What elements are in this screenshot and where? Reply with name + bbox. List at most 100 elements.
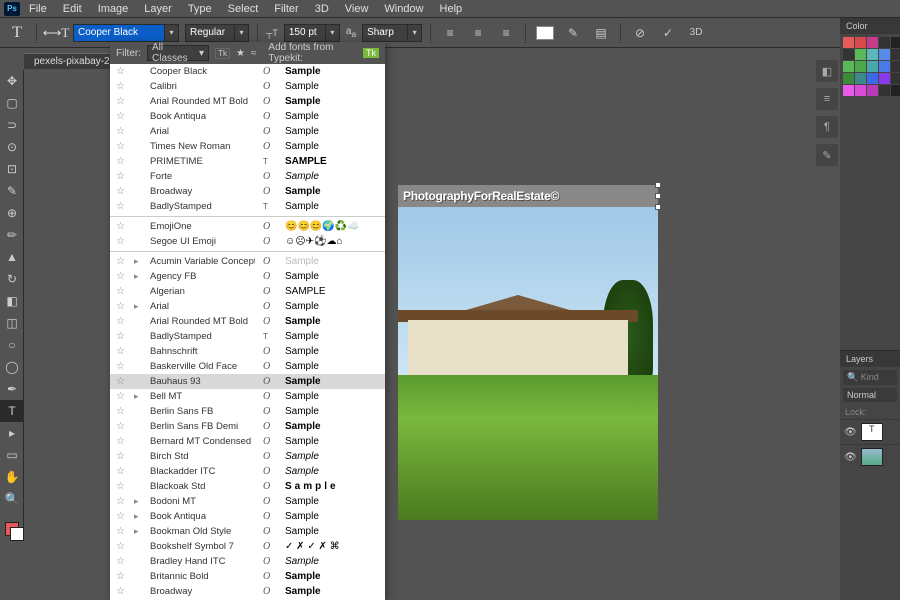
swatch[interactable]: [891, 73, 900, 84]
swatch[interactable]: [891, 85, 900, 96]
menu-help[interactable]: Help: [433, 1, 470, 17]
expand-icon[interactable]: ▸: [134, 511, 142, 522]
char-panel[interactable]: ▤: [590, 22, 612, 44]
move-tool[interactable]: ✥: [0, 70, 24, 92]
star-icon[interactable]: ☆: [116, 256, 126, 267]
menu-type[interactable]: Type: [181, 1, 219, 17]
font-row[interactable]: ☆Baskerville Old FaceOSample: [110, 359, 385, 374]
crop-tool[interactable]: ⊡: [0, 158, 24, 180]
canvas[interactable]: PhotographyForRealEstate©: [398, 185, 658, 520]
align-right[interactable]: ≡: [495, 22, 517, 44]
font-row[interactable]: ☆Berlin Sans FBOSample: [110, 404, 385, 419]
font-size-input[interactable]: [284, 24, 326, 42]
swatch[interactable]: [843, 49, 854, 60]
swatch[interactable]: [879, 85, 890, 96]
font-row[interactable]: ☆▸Bodoni MTOSample: [110, 494, 385, 509]
panel-icon-3[interactable]: ¶: [816, 116, 838, 138]
font-row[interactable]: ☆Times New RomanOSample: [110, 139, 385, 154]
swatch[interactable]: [867, 49, 878, 60]
star-icon[interactable]: ☆: [116, 236, 126, 247]
font-style-input[interactable]: [185, 24, 235, 42]
panel-icon-1[interactable]: ◧: [816, 60, 838, 82]
eraser-tool[interactable]: ◧: [0, 290, 24, 312]
menu-window[interactable]: Window: [377, 1, 430, 17]
font-row[interactable]: ☆Bookshelf Symbol 7O✓ ✗ ✓ ✗ ⌘: [110, 539, 385, 554]
history-brush-tool[interactable]: ↻: [0, 268, 24, 290]
star-icon[interactable]: ☆: [116, 496, 126, 507]
font-row[interactable]: ☆▸Book AntiquaOSample: [110, 509, 385, 524]
menu-filter[interactable]: Filter: [267, 1, 305, 17]
filter-similar-icon[interactable]: ≈: [251, 48, 257, 59]
gradient-tool[interactable]: ◫: [0, 312, 24, 334]
warp-text[interactable]: ✎: [562, 22, 584, 44]
font-row[interactable]: ☆AlgerianOSAMPLE: [110, 284, 385, 299]
filter-typekit-icon[interactable]: Tk: [215, 48, 230, 59]
font-row[interactable]: ☆PRIMETIMETSAMPLE: [110, 154, 385, 169]
star-icon[interactable]: ☆: [116, 421, 126, 432]
star-icon[interactable]: ☆: [116, 271, 126, 282]
font-row[interactable]: ☆EmojiOneO😊😊😊🌍♻️☁️: [110, 219, 385, 234]
font-row[interactable]: ☆BroadwayOSample: [110, 584, 385, 599]
star-icon[interactable]: ☆: [116, 81, 126, 92]
font-row[interactable]: ☆ArialOSample: [110, 124, 385, 139]
star-icon[interactable]: ☆: [116, 316, 126, 327]
swatch[interactable]: [855, 37, 866, 48]
star-icon[interactable]: ☆: [116, 586, 126, 597]
eye-icon[interactable]: 👁: [844, 452, 857, 463]
menu-select[interactable]: Select: [221, 1, 266, 17]
swatch[interactable]: [843, 85, 854, 96]
star-icon[interactable]: ☆: [116, 541, 126, 552]
font-row[interactable]: ☆Blackoak StdOSample: [110, 479, 385, 494]
expand-icon[interactable]: ▸: [134, 301, 142, 312]
star-icon[interactable]: ☆: [116, 141, 126, 152]
align-center[interactable]: ≡: [467, 22, 489, 44]
font-row[interactable]: ☆▸Acumin Variable ConceptOSample: [110, 254, 385, 269]
star-icon[interactable]: ☆: [116, 376, 126, 387]
blur-tool[interactable]: ○: [0, 334, 24, 356]
menu-edit[interactable]: Edit: [56, 1, 89, 17]
eyedropper-tool[interactable]: ✎: [0, 180, 24, 202]
star-icon[interactable]: ☆: [116, 391, 126, 402]
shape-tool[interactable]: ▭: [0, 444, 24, 466]
font-row[interactable]: ☆Bradley Hand ITCOSample: [110, 554, 385, 569]
font-row[interactable]: ☆BahnschriftOSample: [110, 344, 385, 359]
dodge-tool[interactable]: ◯: [0, 356, 24, 378]
aa-dropdown[interactable]: ▾: [408, 24, 422, 42]
star-icon[interactable]: ☆: [116, 406, 126, 417]
cancel-icon[interactable]: ⊘: [629, 22, 651, 44]
handle-mr[interactable]: [655, 193, 661, 199]
font-row[interactable]: ☆BroadwayOSample: [110, 184, 385, 199]
font-family-input[interactable]: [73, 24, 165, 42]
font-row[interactable]: ☆▸Bookman Old StyleOSample: [110, 524, 385, 539]
eye-icon[interactable]: 👁: [844, 427, 857, 438]
font-row[interactable]: ☆BadlyStampedTSample: [110, 199, 385, 214]
star-icon[interactable]: ☆: [116, 156, 126, 167]
swatch[interactable]: [843, 61, 854, 72]
color-swatch[interactable]: [534, 22, 556, 44]
font-row[interactable]: ☆Blackadder ITCOSample: [110, 464, 385, 479]
stamp-tool[interactable]: ▲: [0, 246, 24, 268]
layer-bg[interactable]: 👁: [840, 444, 900, 469]
menu-image[interactable]: Image: [91, 1, 136, 17]
menu-3d[interactable]: 3D: [308, 1, 336, 17]
layers-blend-mode[interactable]: Normal: [843, 388, 897, 402]
font-row[interactable]: ☆Bauhaus 93OSample: [110, 374, 385, 389]
layer-text[interactable]: 👁T: [840, 419, 900, 444]
orientation-icon[interactable]: ⟷T: [45, 22, 67, 44]
zoom-tool[interactable]: 🔍: [0, 488, 24, 510]
text-bounding-box[interactable]: PhotographyForRealEstate©: [398, 185, 658, 207]
star-icon[interactable]: ☆: [116, 436, 126, 447]
font-row[interactable]: ☆▸ArialOSample: [110, 299, 385, 314]
panel-icon-2[interactable]: ≡: [816, 88, 838, 110]
star-icon[interactable]: ☆: [116, 96, 126, 107]
star-icon[interactable]: ☆: [116, 171, 126, 182]
brush-tool[interactable]: ✏: [0, 224, 24, 246]
swatch[interactable]: [867, 73, 878, 84]
fg-bg-colors[interactable]: [0, 518, 24, 540]
path-tool[interactable]: ▸: [0, 422, 24, 444]
typekit-badge[interactable]: Tk: [363, 48, 379, 58]
swatch[interactable]: [879, 37, 890, 48]
star-icon[interactable]: ☆: [116, 201, 126, 212]
filter-star-icon[interactable]: ★: [236, 48, 245, 59]
hand-tool[interactable]: ✋: [0, 466, 24, 488]
